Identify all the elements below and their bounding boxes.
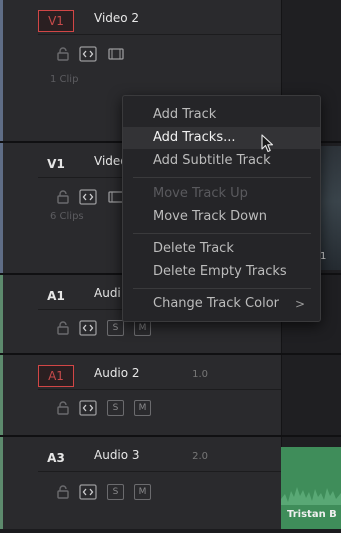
track-audio-2: A1 Audio 2 1.0 S M	[0, 355, 341, 435]
submenu-arrow-icon: >	[294, 297, 305, 311]
audio-clip-label: Tristan B	[287, 509, 337, 520]
mute-button[interactable]: M	[134, 400, 151, 416]
track-id-badge[interactable]: A1	[38, 285, 74, 307]
lock-icon[interactable]	[57, 321, 69, 335]
track-header[interactable]: A3 Audio 3 2.0 S M	[0, 437, 284, 529]
track-audio-3: A3 Audio 3 2.0 S M Tristan B	[0, 437, 341, 529]
auto-select-icon[interactable]	[79, 320, 97, 336]
auto-select-icon[interactable]	[79, 189, 97, 205]
menu-separator	[133, 233, 311, 234]
lock-icon[interactable]	[57, 485, 69, 499]
header-divider	[38, 389, 284, 390]
solo-button[interactable]: S	[107, 320, 124, 336]
mute-button[interactable]: M	[134, 484, 151, 500]
clip-count: 1 Clip	[50, 74, 79, 85]
solo-button[interactable]: S	[107, 400, 124, 416]
menu-item-add-tracks[interactable]: Add Tracks...	[123, 127, 320, 149]
track-name[interactable]: Audio 2	[94, 366, 140, 380]
track-id-badge[interactable]: V1	[38, 10, 74, 32]
track-level: 2.0	[192, 451, 208, 462]
menu-item-change-track-color[interactable]: Change Track Color >	[123, 293, 320, 315]
menu-item-delete-empty-tracks[interactable]: Delete Empty Tracks	[123, 261, 320, 283]
track-controls	[57, 188, 125, 206]
timeline-track-panel: V1 Video 2 1 Clip V1 Video 6 Clips 1 A1 …	[0, 0, 341, 529]
mute-button[interactable]: M	[134, 320, 151, 336]
track-controls: S M	[57, 399, 151, 417]
menu-separator	[133, 288, 311, 289]
track-name[interactable]: Audio 3	[94, 448, 140, 462]
track-controls	[57, 45, 125, 63]
auto-select-icon[interactable]	[79, 484, 97, 500]
lock-icon[interactable]	[57, 401, 69, 415]
track-level: 1.0	[192, 369, 208, 380]
clip-display-icon[interactable]	[107, 46, 125, 62]
track-id-badge[interactable]: A3	[38, 447, 74, 469]
auto-select-icon[interactable]	[79, 46, 97, 62]
solo-button[interactable]: S	[107, 484, 124, 500]
menu-item-add-track[interactable]: Add Track	[123, 104, 320, 126]
menu-item-label: Change Track Color	[153, 296, 279, 311]
header-divider	[38, 471, 284, 472]
menu-separator	[133, 177, 311, 178]
menu-item-move-track-up: Move Track Up	[153, 186, 248, 201]
track-lane[interactable]	[281, 355, 341, 435]
track-id-badge[interactable]: V1	[38, 153, 74, 175]
track-name[interactable]: Audi	[94, 286, 121, 300]
menu-item-delete-track[interactable]: Delete Track	[123, 238, 320, 260]
track-name[interactable]: Video 2	[94, 11, 139, 25]
track-controls: S M	[57, 483, 151, 501]
lock-icon[interactable]	[57, 47, 69, 61]
pointer-cursor-icon	[261, 134, 275, 158]
track-context-menu: Add Track Add Tracks... Add Subtitle Tra…	[122, 95, 321, 322]
lock-icon[interactable]	[57, 190, 69, 204]
track-id-badge[interactable]: A1	[38, 365, 74, 387]
auto-select-icon[interactable]	[79, 400, 97, 416]
track-header[interactable]: A1 Audio 2 1.0 S M	[0, 355, 284, 435]
header-divider	[38, 34, 284, 35]
menu-item-move-track-down[interactable]: Move Track Down	[123, 206, 320, 228]
menu-item-add-subtitle-track[interactable]: Add Subtitle Track	[123, 150, 320, 172]
clip-count: 6 Clips	[50, 211, 84, 222]
